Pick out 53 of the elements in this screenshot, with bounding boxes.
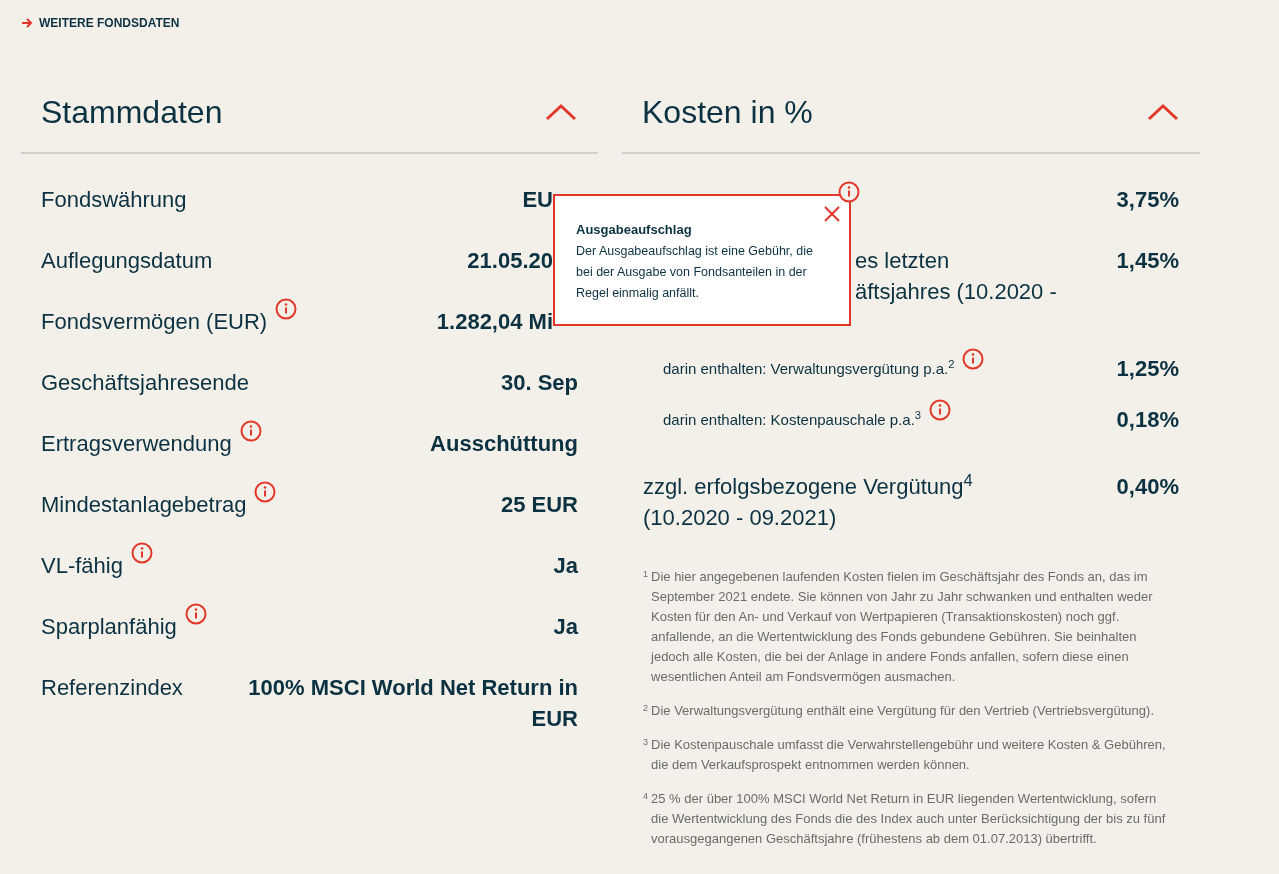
info-icon[interactable] bbox=[130, 542, 153, 564]
field-label: Geschäftsjahresende bbox=[41, 369, 249, 397]
footnote-mark: 2 bbox=[643, 702, 648, 715]
footnote-mark: 1 bbox=[643, 568, 648, 581]
link[interactable]: WEITERE FONDSDATEN bbox=[39, 15, 180, 31]
row-value: 1,45% bbox=[1116, 247, 1179, 275]
field-label: Auflegungsdatum bbox=[41, 247, 213, 275]
row-label: es letzten bbox=[855, 247, 951, 275]
info-icon[interactable] bbox=[275, 298, 298, 320]
field-value: Ja bbox=[553, 552, 578, 580]
field-label: Sparplanfähig bbox=[41, 613, 177, 641]
field-label: Ertragsverwendung bbox=[41, 430, 232, 458]
section-title: Kosten in % bbox=[642, 93, 813, 132]
footnote-mark: 3 bbox=[643, 736, 648, 749]
field-label: Fondswährung bbox=[41, 186, 187, 214]
info-icon[interactable] bbox=[184, 603, 207, 625]
arrow-icon bbox=[21, 18, 33, 28]
field-label: Referenzindex bbox=[41, 674, 183, 702]
field-label: Mindestanlagebetrag bbox=[41, 491, 247, 519]
row-label: darin enthalten: Verwaltungsvergütung p.a.$^{2}$ bbox=[663, 357, 955, 379]
field-value: 100% MSCI World Net Return in EUR bbox=[247, 674, 578, 733]
info-icon[interactable] bbox=[239, 420, 262, 442]
section-title: Stammdaten bbox=[41, 93, 223, 132]
info-icon[interactable] bbox=[254, 481, 277, 503]
field-value: EU bbox=[522, 186, 553, 214]
row-value: 0,40% bbox=[1116, 473, 1179, 501]
footnote-text: Die Verwaltungsvergütung enthält eine Vergütung für den Vertrieb (Vertriebsvergütung). bbox=[651, 702, 1155, 720]
field-value: 30. Sep bbox=[500, 369, 578, 397]
field-label: Fondsvermögen (EUR) bbox=[41, 308, 268, 336]
row-label: darin enthalten: Kostenpauschale p.a.$^{3}$ bbox=[663, 408, 922, 430]
tooltip-text: Der Ausgabeaufschlag ist eine Gebühr, die bei der Ausgabe von Fondsanteilen in der Regel einmalig anfällt. bbox=[576, 243, 814, 302]
field-value: 21.05.20 bbox=[467, 247, 553, 275]
field-value: 1.282,04 Mi bbox=[436, 308, 553, 336]
row-value: 0,18% bbox=[1116, 407, 1179, 432]
tooltip-title: Ausgabeaufschlag bbox=[576, 221, 693, 239]
info-icon[interactable] bbox=[929, 399, 952, 421]
row-label: äftsjahres (10.2020 - bbox=[855, 278, 1057, 306]
row-value: 3,75% bbox=[1116, 186, 1179, 214]
footnote-mark: 4 bbox=[643, 790, 648, 803]
footnote-text: 25 % der über 100% MSCI World Net Return in EUR liegenden Wertentwicklung, sofern die Wertentwicklung des Fonds die des Index auch unter Berücksichtigung der bis zu fünf vorausgegangenen Geschäftsjahre (frühestens ab dem 01.07.2013) übertrifft. bbox=[651, 790, 1166, 848]
info-icon[interactable] bbox=[838, 181, 860, 203]
footnote-text: Die Kostenpauschale umfasst die Verwahrstellengebühr und weitere Kosten & Gebühren, die dem Verkaufsprospekt entnommen werden können. bbox=[651, 736, 1166, 774]
field-value: Ja bbox=[553, 613, 578, 641]
row-label: zzgl. erfolgsbezogene Vergütung$^{4}$ (10.2020 - 09.2021) bbox=[643, 471, 974, 532]
close-icon[interactable] bbox=[823, 205, 841, 223]
footnote-text: Die hier angegebenen laufenden Kosten fielen im Geschäftsjahr des Fonds an, das im September 2021 endete. Sie können von Jahr zu Jahr schwanken und enthalten weder Kosten für den An- und Verkauf von Wertpapieren (Transaktionskosten) noch ggf. anfallende, an die Wertentwicklung des Fonds gebundene Gebühren. Sie beinhalten jedoch alle Kosten, die bei der Anlage in andere Fonds anfallen, sofern diese einen wesentlichen Anteil am Fondsvermögen ausmachen. bbox=[651, 568, 1154, 686]
field-label: VL-fähig bbox=[41, 552, 123, 580]
field-value: 25 EUR bbox=[500, 491, 578, 519]
chevron-up-icon[interactable] bbox=[1147, 102, 1179, 122]
info-icon[interactable] bbox=[962, 348, 985, 370]
row-value: 1,25% bbox=[1116, 356, 1179, 381]
field-value: Ausschüttung bbox=[430, 430, 578, 458]
chevron-up-icon[interactable] bbox=[545, 102, 577, 122]
